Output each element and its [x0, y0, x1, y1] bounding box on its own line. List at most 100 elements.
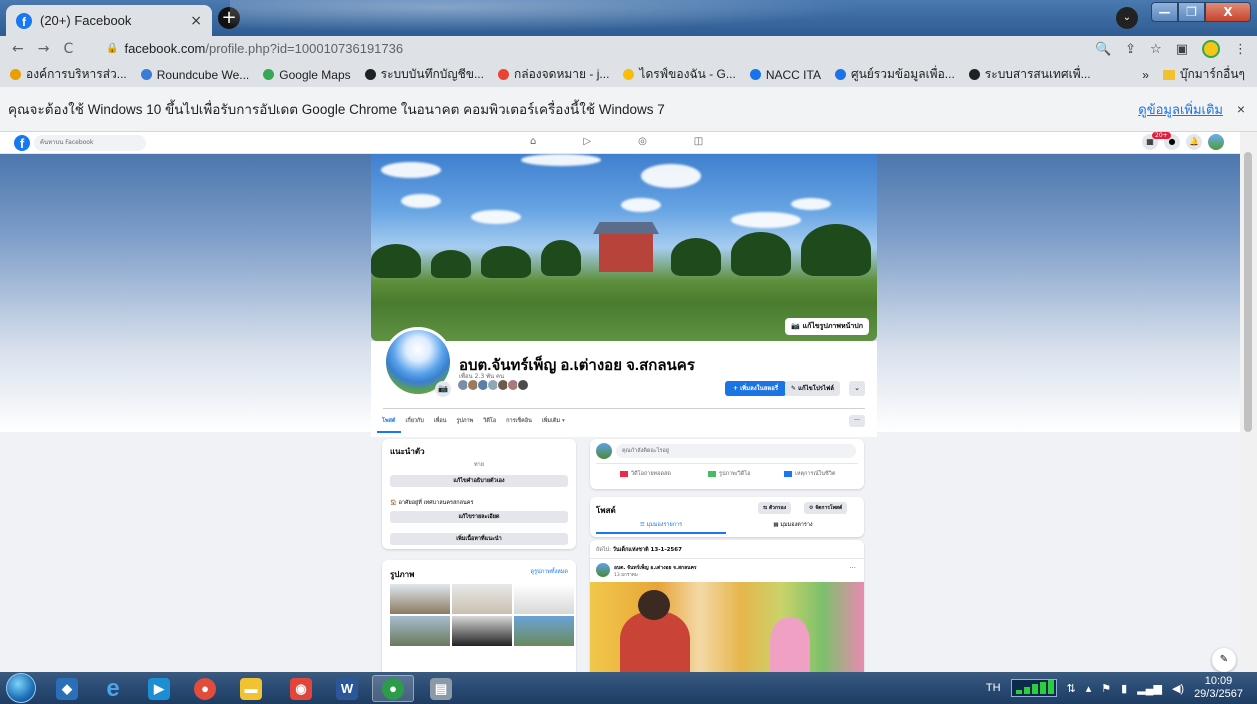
wifi-bars-icon[interactable]: ▂▄▆	[1137, 682, 1162, 695]
bookmark-item[interactable]: กล่องจดหมาย - j...	[497, 65, 609, 84]
home-icon[interactable]: ⌂	[530, 136, 536, 147]
tab-close-icon[interactable]: ×	[190, 13, 202, 29]
tab-search-icon[interactable]: ⌄	[1116, 7, 1138, 29]
post-image[interactable]	[590, 582, 864, 672]
bookmarks-overflow-icon[interactable]: »	[1142, 68, 1149, 82]
photo-thumb[interactable]	[390, 616, 450, 646]
profile-options-chevron-icon[interactable]: ⌄	[849, 381, 865, 396]
filter-button[interactable]: ⇆ ตัวกรอง	[758, 502, 792, 514]
minimize-button[interactable]: —	[1151, 2, 1178, 22]
edit-profile-button[interactable]: ✎ แก้ไขโปรไฟล์	[785, 381, 840, 396]
bookmark-item[interactable]: Roundcube We...	[140, 68, 249, 82]
new-message-button[interactable]: ✎	[1212, 648, 1236, 672]
grid-view-tab[interactable]: ▦ มุมมองตาราง	[728, 521, 858, 532]
file-explorer-icon[interactable]: ▬	[230, 675, 272, 702]
photo-thumb[interactable]	[514, 616, 574, 646]
bookmark-label: องค์การบริหารส่ว...	[26, 67, 127, 81]
profile-tab[interactable]: รูปภาพ	[451, 411, 478, 433]
input-language[interactable]: TH	[986, 682, 1001, 694]
battery-icon[interactable]: ▮	[1121, 682, 1127, 695]
edit-details-button[interactable]: แก้ไขรายละเอียด	[390, 511, 568, 523]
profile-tab[interactable]: โพสต์	[377, 411, 401, 433]
infobar-close-icon[interactable]: ×	[1237, 101, 1245, 117]
chrome-icon[interactable]: ●	[184, 675, 226, 702]
account-avatar[interactable]	[1208, 134, 1224, 150]
signal-strength-icon[interactable]	[1010, 679, 1057, 697]
learn-more-link[interactable]: ดูข้อมูลเพิ่มเติม	[1138, 99, 1223, 120]
tabs-more-button[interactable]: ···	[849, 415, 865, 427]
gaming-icon[interactable]: ◫	[694, 136, 703, 147]
zoom-icon[interactable]: 🔍	[1095, 42, 1111, 57]
profile-tab[interactable]: เกี่ยวกับ	[401, 411, 429, 433]
live-video-button[interactable]: วิดีโอถ่ายทอดสด	[620, 470, 671, 478]
bookmark-item[interactable]: ไดรฟ์ของฉัน - G...	[623, 65, 736, 84]
taskbar-app-1[interactable]: ◆	[46, 675, 88, 702]
photo-thumb[interactable]	[452, 584, 512, 614]
notifications-bell-icon[interactable]: 🔔	[1186, 134, 1202, 150]
edit-cover-button[interactable]: 📷 แก้ไขรูปภาพหน้าปก	[785, 318, 869, 335]
post-author-avatar[interactable]	[596, 563, 610, 577]
lock-icon[interactable]: 🔒	[106, 43, 118, 54]
clock[interactable]: 10:09 29/3/2567	[1194, 675, 1243, 701]
watch-icon[interactable]: ▷	[583, 136, 591, 147]
profile-tab[interactable]: วิดีโอ	[478, 411, 501, 433]
facebook-logo-icon[interactable]: f	[14, 135, 30, 151]
page-scrollbar[interactable]	[1240, 132, 1257, 672]
taskbar-app-9[interactable]: ▤	[420, 675, 462, 702]
bookmark-item[interactable]: ระบบสารสนเทศเพื่...	[968, 65, 1091, 84]
add-to-story-button[interactable]: + เพิ่มลงในสตอรี่	[725, 381, 787, 396]
bookmark-star-icon[interactable]: ☆	[1150, 42, 1162, 57]
profile-tab[interactable]: การเช็คอิน	[501, 411, 537, 433]
side-panel-icon[interactable]: ▣	[1176, 42, 1188, 57]
bookmark-item[interactable]: NACC ITA	[749, 68, 821, 82]
other-bookmarks-folder[interactable]: บุ๊กมาร์กอื่นๆ	[1162, 65, 1245, 84]
network-icon[interactable]: ⇅	[1067, 682, 1076, 695]
whats-on-your-mind-input[interactable]: คุณกำลังคิดอะไรอยู่	[616, 444, 856, 458]
system-tray: TH ⇅ ▴ ⚑ ▮ ▂▄▆ ◀) 10:09 29/3/2567	[986, 672, 1257, 704]
maximize-button[interactable]: ❐	[1178, 2, 1205, 22]
post-date[interactable]: 13 มกราคม ·	[614, 571, 641, 578]
bookmark-item[interactable]: Google Maps	[263, 68, 351, 82]
profile-tabs: โพสต์ เกี่ยวกับ เพื่อน รูปภาพ วิดีโอ การเช็คอ…	[377, 411, 570, 433]
post-options-icon[interactable]: ···	[849, 564, 856, 572]
see-all-photos-link[interactable]: ดูรูปภาพทั้งหมด	[531, 568, 569, 576]
taskbar-app-3[interactable]: ▶	[138, 675, 180, 702]
profile-tab[interactable]: เพื่อน	[429, 411, 452, 433]
add-featured-button[interactable]: เพิ่มเนื้อหาที่แนะนำ	[390, 533, 568, 545]
forward-icon[interactable]: →	[38, 41, 50, 57]
photo-video-button[interactable]: รูปภาพ/วิดีโอ	[708, 470, 751, 478]
groups-icon[interactable]: ◎	[638, 136, 647, 147]
share-icon[interactable]: ⇪	[1125, 42, 1136, 57]
photo-thumb[interactable]	[452, 616, 512, 646]
bookmark-item[interactable]: ระบบบันทึกบัญชีข...	[364, 65, 484, 84]
photo-thumb[interactable]	[390, 584, 450, 614]
list-view-tab[interactable]: ☰ มุมมองรายการ	[596, 521, 726, 534]
action-center-flag-icon[interactable]: ⚑	[1101, 682, 1111, 695]
volume-icon[interactable]: ◀)	[1172, 682, 1184, 695]
life-event-button[interactable]: เหตุการณ์ในชีวิต	[784, 470, 835, 478]
start-button[interactable]	[6, 673, 36, 703]
bookmark-item[interactable]: ศูนย์รวมข้อมูลเพื่อ...	[834, 65, 955, 84]
word-icon[interactable]: W	[326, 675, 368, 702]
manage-posts-button[interactable]: ⚙ จัดการโพสต์	[804, 502, 848, 514]
menu-kebab-icon[interactable]: ⋮	[1234, 42, 1247, 57]
reload-icon[interactable]: C	[63, 41, 73, 57]
camera-icon[interactable]: 📷	[435, 381, 451, 397]
facebook-search-input[interactable]: ค้นหาบน Facebook	[34, 135, 146, 151]
tab-facebook[interactable]: f (20+) Facebook ×	[6, 5, 212, 36]
internet-explorer-icon[interactable]: e	[92, 675, 134, 702]
edit-bio-button[interactable]: แก้ไขคำอธิบายตัวเอง	[390, 475, 568, 487]
bookmark-item[interactable]: องค์การบริหารส่ว...	[10, 65, 127, 84]
profile-avatar-icon[interactable]	[1202, 40, 1220, 58]
show-hidden-icons[interactable]: ▴	[1086, 682, 1092, 695]
cover-photo[interactable]: 📷 แก้ไขรูปภาพหน้าปก	[371, 154, 877, 341]
close-window-button[interactable]: X	[1205, 2, 1251, 22]
address-bar[interactable]: 🔒 facebook.com /profile.php?id=100010736…	[96, 37, 1118, 59]
photo-thumb[interactable]	[514, 584, 574, 614]
back-icon[interactable]: ←	[12, 41, 24, 57]
new-tab-button[interactable]: +	[218, 7, 240, 29]
profile-tab[interactable]: เพิ่มเติม ▾	[537, 411, 570, 433]
friend-avatars[interactable]	[457, 379, 529, 391]
taskbar-app-6[interactable]: ◉	[280, 675, 322, 702]
chrome-active-icon[interactable]: ●	[372, 675, 414, 702]
